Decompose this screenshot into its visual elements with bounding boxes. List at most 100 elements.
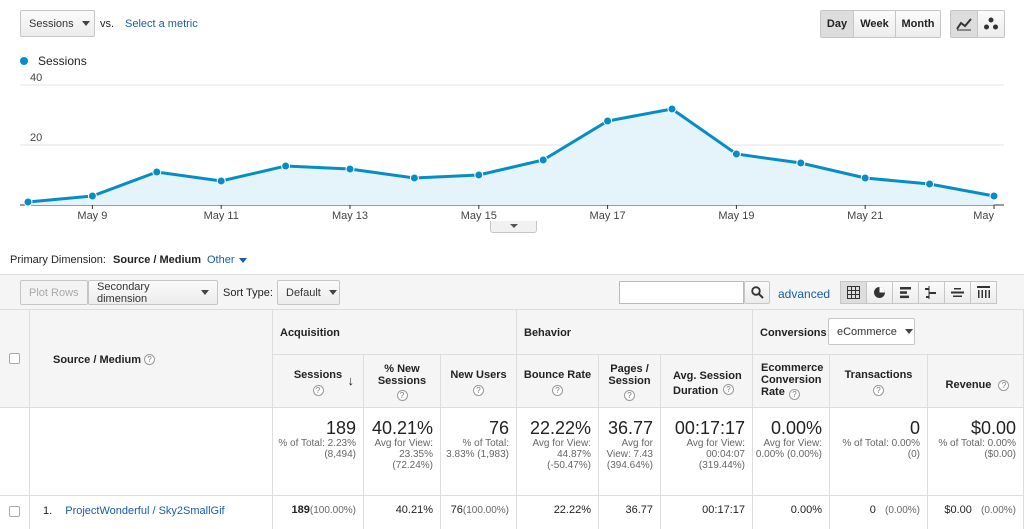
total-avg-duration-value: 00:17:17 (674, 418, 745, 438)
primary-dimension: Primary Dimension: Source / Medium (10, 254, 201, 266)
help-icon[interactable]: ? (552, 385, 563, 396)
conversions-group-label: Conversions (760, 327, 827, 339)
new-sessions-column-header[interactable]: % New Sessions ? (364, 355, 441, 408)
total-bounce-rate-value: 22.22% (529, 418, 591, 438)
row-sessions: 189(100.00%) (273, 496, 364, 529)
total-conversion-rate-sub: Avg for View: 0.00% (0.00%) (755, 438, 822, 460)
bounce-rate-column-header[interactable]: Bounce Rate ? (517, 355, 599, 408)
row-revenue-value: $0.00 (944, 504, 972, 516)
data-point[interactable] (796, 158, 806, 168)
data-point[interactable] (731, 149, 741, 159)
total-conversion-rate: 0.00% Avg for View: 0.00% (0.00%) (753, 408, 830, 496)
conversions-group-header: Conversions eCommerce (753, 310, 1024, 355)
search-icon (750, 286, 764, 299)
row-revenue-pct: (0.00%) (980, 505, 1016, 516)
primary-dimension-selected[interactable]: Source / Medium (113, 254, 201, 266)
x-tick-label: May 11 (204, 210, 239, 222)
source-medium-link[interactable]: ProjectWonderful / Sky2SmallGif (65, 505, 224, 517)
comparison-icon (925, 286, 936, 299)
data-point[interactable] (474, 170, 484, 180)
data-point[interactable] (345, 164, 355, 174)
secondary-dimension-label: Secondary dimension (97, 280, 150, 305)
motion-chart-button[interactable] (977, 10, 1005, 38)
data-point[interactable] (667, 104, 677, 114)
total-pages-session-sub: Avg for View: 7.43 (394.64%) (606, 438, 653, 471)
advanced-link[interactable]: advanced (778, 287, 830, 301)
help-icon[interactable]: ? (144, 354, 155, 365)
data-point[interactable] (989, 191, 999, 201)
row-checkbox[interactable] (9, 506, 20, 517)
data-point[interactable] (538, 155, 548, 165)
row-bounce-rate: 22.22% (517, 496, 599, 529)
month-button[interactable]: Month (895, 10, 941, 38)
day-button[interactable]: Day (820, 10, 854, 38)
sessions-column-header[interactable]: Sessions ? ↓ (273, 355, 364, 408)
view-pivot-button[interactable] (970, 281, 997, 304)
help-icon[interactable]: ? (723, 384, 734, 395)
plot-rows-button[interactable]: Plot Rows (20, 280, 88, 305)
row-transactions-pct: (0.00%) (884, 505, 920, 516)
pages-session-column-label: Pages / Session (608, 363, 651, 387)
help-icon[interactable]: ? (873, 385, 884, 396)
help-icon[interactable]: ? (473, 385, 484, 396)
select-all-checkbox[interactable] (9, 353, 20, 364)
help-icon[interactable]: ? (624, 390, 635, 401)
metric-select[interactable]: Sessions (20, 10, 95, 37)
data-point[interactable] (925, 179, 935, 189)
data-point[interactable] (152, 167, 162, 177)
conversions-type-select[interactable]: eCommerce (828, 318, 915, 345)
select-metric-link[interactable]: Select a metric (125, 18, 198, 30)
help-icon[interactable]: ? (998, 380, 1010, 391)
week-button[interactable]: Week (853, 10, 896, 38)
x-tick-label: May 9 (77, 210, 107, 222)
avg-duration-column-header[interactable]: Avg. Session Duration ? (661, 355, 753, 408)
data-point[interactable] (860, 173, 870, 183)
total-new-users-sub: % of Total: 3.83% (1,983) (446, 438, 509, 460)
data-point[interactable] (87, 191, 97, 201)
table-row-select-cell (0, 496, 30, 529)
total-transactions-sub: % of Total: 0.00% (0) (842, 438, 920, 460)
table-row-source: 1. ProjectWonderful / Sky2SmallGif (30, 496, 273, 529)
row-conversion-rate: 0.00% (753, 496, 830, 529)
legend-marker (20, 57, 28, 65)
total-revenue-value: $0.00 (970, 418, 1016, 438)
data-point[interactable] (23, 197, 33, 207)
view-term-cloud-button[interactable] (944, 281, 971, 304)
bounce-rate-column-label: Bounce Rate (523, 369, 592, 381)
data-point[interactable] (281, 161, 291, 171)
row-pages-session: 36.77 (599, 496, 661, 529)
data-point[interactable] (409, 173, 419, 183)
sessions-area (28, 109, 994, 205)
view-performance-button[interactable] (892, 281, 919, 304)
new-users-column-label: New Users (450, 369, 507, 381)
line-chart-button[interactable] (950, 10, 978, 38)
help-icon[interactable]: ? (396, 390, 408, 401)
new-sessions-column-label: % New Sessions (377, 363, 427, 387)
sort-type-value: Default (286, 286, 321, 299)
transactions-column-header[interactable]: Transactions ? (830, 355, 928, 408)
total-transactions-value: 0 (909, 418, 920, 438)
source-medium-header[interactable]: Source / Medium ? (30, 310, 273, 408)
select-all-cell (0, 310, 30, 408)
view-comparison-button[interactable] (918, 281, 945, 304)
help-icon[interactable]: ? (789, 389, 800, 400)
secondary-dimension-select[interactable]: Secondary dimension (88, 280, 218, 305)
pages-session-column-header[interactable]: Pages / Session ? (599, 355, 661, 408)
data-point[interactable] (603, 116, 613, 126)
dimension-other-link[interactable]: Other (207, 254, 247, 266)
sort-type-select[interactable]: Default (277, 280, 340, 305)
conversion-rate-column-header[interactable]: Ecommerce Conversion Rate ? (753, 355, 830, 408)
pie-chart-icon (874, 287, 885, 298)
view-data-button[interactable] (840, 281, 867, 304)
data-point[interactable] (216, 176, 226, 186)
new-users-column-header[interactable]: New Users ? (441, 355, 517, 408)
search-button[interactable] (744, 281, 770, 304)
chart-collapse-handle[interactable] (490, 221, 537, 233)
revenue-column-header[interactable]: Revenue ? (928, 355, 1024, 408)
row-revenue: $0.00 (0.00%) (928, 496, 1024, 529)
view-percentage-button[interactable] (866, 281, 893, 304)
table-search-input[interactable] (619, 281, 744, 304)
total-sessions-sub: % of Total: 2.23% (8,494) (278, 438, 356, 460)
motion-chart-icon (984, 17, 998, 30)
help-icon[interactable]: ? (312, 385, 324, 396)
